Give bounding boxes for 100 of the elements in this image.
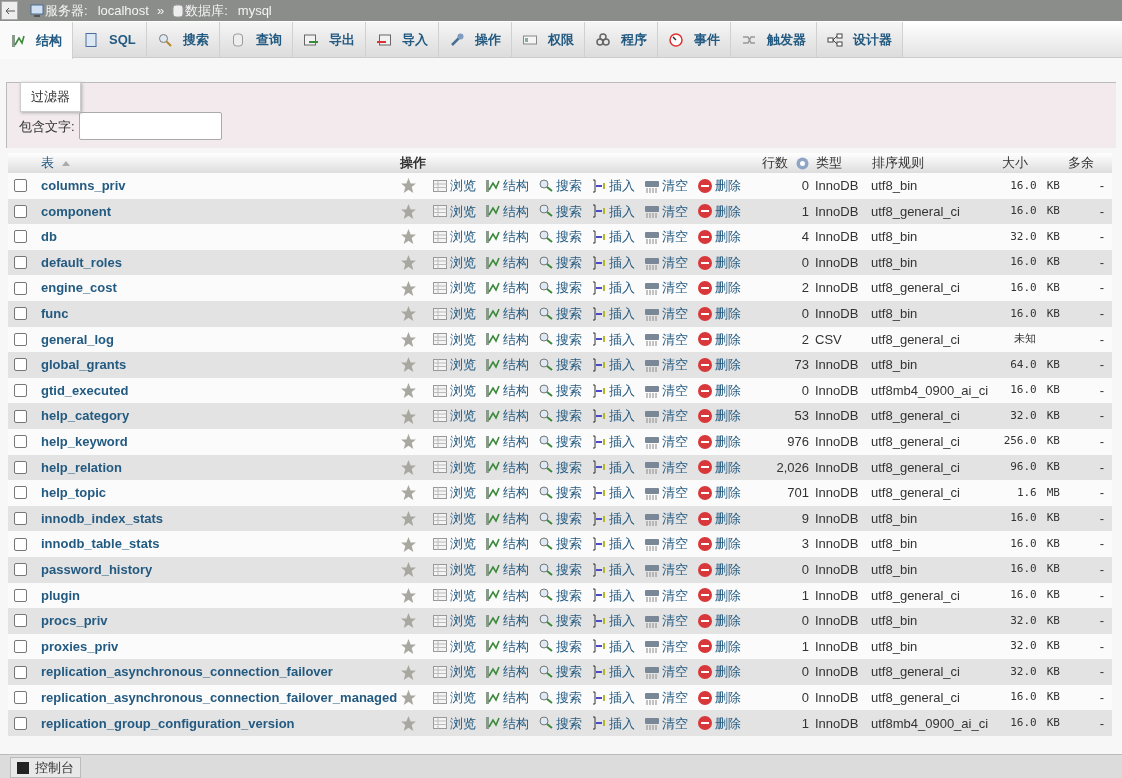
action-link[interactable]: 搜索 [538,483,582,503]
table-row[interactable]: innodb_table_stats 浏览 结构 搜索 插入 清空 删除 3 InnoDB utf8_bin 16.0 KB - [8,531,1112,557]
tab[interactable]: 设计器 [816,22,903,57]
action-link[interactable]: 浏览 [432,304,476,324]
action-link[interactable]: 清空 [644,380,688,401]
tab[interactable]: 搜索 [146,22,220,57]
action-link[interactable]: 浏览 [432,201,476,222]
action-link[interactable]: 删除 [697,278,741,298]
action-link[interactable]: 搜索 [538,380,582,401]
action-link[interactable]: 删除 [697,304,741,324]
action-link[interactable]: 浏览 [432,380,476,401]
action-link[interactable]: 搜索 [538,176,582,196]
action-link[interactable]: 浏览 [432,508,476,529]
table-row[interactable]: func 浏览 结构 搜索 插入 清空 删除 0 InnoDB utf8_bin 16.0 KB - [8,300,1112,327]
tab[interactable]: 操作 [438,22,512,57]
tab[interactable]: 查询 [219,22,293,57]
action-link[interactable]: 搜索 [538,201,582,222]
action-link[interactable]: 删除 [697,380,741,401]
action-link[interactable]: 浏览 [432,611,476,631]
table-name-link[interactable]: gtid_executed [35,380,400,401]
action-link[interactable]: 插入 [591,508,635,529]
action-link[interactable]: 删除 [697,355,741,375]
action-link[interactable]: 搜索 [538,406,582,426]
tab[interactable]: SQL [73,22,147,57]
action-link[interactable]: 结构 [485,508,529,529]
table-name-link[interactable]: plugin [35,585,400,606]
action-link[interactable]: 清空 [644,534,688,554]
tab[interactable]: 结构 [0,22,73,59]
table-row[interactable]: global_grants 浏览 结构 搜索 插入 清空 删除 73 InnoDB utf8_bin 64.0 KB - [8,352,1112,378]
action-link[interactable]: 结构 [485,662,529,682]
action-link[interactable]: 清空 [644,278,688,298]
table-row[interactable]: help_category 浏览 结构 搜索 插入 清空 删除 53 InnoDB utf8_general_ci 32.0 KB - [8,403,1112,429]
table-name-link[interactable]: component [35,201,400,222]
table-name-link[interactable]: replication_asynchronous_connection_failover [35,662,400,682]
action-link[interactable]: 结构 [485,329,529,350]
action-link[interactable]: 结构 [485,380,529,401]
table-name-link[interactable]: engine_cost [35,278,400,298]
action-link[interactable]: 结构 [485,457,529,478]
action-link[interactable]: 清空 [644,176,688,196]
action-link[interactable]: 清空 [644,201,688,222]
action-link[interactable]: 浏览 [432,355,476,375]
action-link[interactable]: 删除 [697,662,741,682]
action-link[interactable]: 搜索 [538,508,582,529]
action-link[interactable]: 删除 [697,432,741,452]
action-link[interactable]: 浏览 [432,227,476,247]
action-link[interactable]: 搜索 [538,534,582,554]
action-link[interactable]: 插入 [591,585,635,606]
action-link[interactable]: 结构 [485,611,529,631]
action-link[interactable]: 结构 [485,355,529,375]
action-link[interactable]: 浏览 [432,406,476,426]
action-link[interactable]: 搜索 [538,713,582,733]
table-row[interactable]: replication_asynchronous_connection_failover 浏览 结构 搜索 插入 清空 删除 0 InnoDB utf8_general_ci 32.0 KB - [8,659,1112,685]
table-row[interactable]: procs_priv 浏览 结构 搜索 插入 清空 删除 0 InnoDB utf8_bin 32.0 KB - [8,608,1112,634]
action-link[interactable]: 浏览 [432,559,476,580]
action-link[interactable]: 清空 [644,457,688,478]
table-row[interactable]: general_log 浏览 结构 搜索 插入 清空 删除 2 CSV utf8_general_ci 未知 - [8,326,1112,353]
action-link[interactable]: 搜索 [538,611,582,631]
action-link[interactable]: 结构 [485,304,529,324]
action-link[interactable]: 结构 [485,636,529,657]
action-link[interactable]: 清空 [644,508,688,529]
action-link[interactable]: 删除 [697,201,741,222]
action-link[interactable]: 插入 [591,380,635,401]
table-row[interactable]: replication_asynchronous_connection_failover_managed 浏览 结构 搜索 插入 清空 删除 0 InnoDB utf8_general_ci 16.0 KB - [8,684,1112,711]
table-name-link[interactable]: global_grants [35,355,400,375]
table-name-link[interactable]: replication_asynchronous_connection_failover_managed [35,687,400,708]
action-link[interactable]: 结构 [485,252,529,273]
table-name-link[interactable]: innodb_index_stats [35,508,400,529]
tab[interactable]: 权限 [511,22,585,57]
action-link[interactable]: 插入 [591,432,635,452]
action-link[interactable]: 删除 [697,559,741,580]
action-link[interactable]: 搜索 [538,559,582,580]
table-row[interactable]: gtid_executed 浏览 结构 搜索 插入 清空 删除 0 InnoDB utf8mb4_0900_ai_ci 16.0 KB - [8,377,1112,404]
action-link[interactable]: 搜索 [538,457,582,478]
action-link[interactable]: 插入 [591,457,635,478]
action-link[interactable]: 搜索 [538,432,582,452]
action-link[interactable]: 浏览 [432,252,476,273]
action-link[interactable]: 插入 [591,611,635,631]
action-link[interactable]: 删除 [697,687,741,708]
action-link[interactable]: 插入 [591,483,635,503]
table-row[interactable]: columns_priv 浏览 结构 搜索 插入 清空 删除 0 InnoDB utf8_bin 16.0 KB - [8,173,1112,199]
table-name-link[interactable]: db [35,227,400,247]
action-link[interactable]: 清空 [644,636,688,657]
action-link[interactable]: 结构 [485,585,529,606]
action-link[interactable]: 清空 [644,662,688,682]
action-link[interactable]: 清空 [644,432,688,452]
action-link[interactable]: 浏览 [432,636,476,657]
action-link[interactable]: 搜索 [538,278,582,298]
action-link[interactable]: 结构 [485,713,529,733]
column-header[interactable]: 表 [41,153,54,173]
action-link[interactable]: 搜索 [538,227,582,247]
action-link[interactable]: 浏览 [432,687,476,708]
tab[interactable]: 导入 [365,22,439,57]
action-link[interactable]: 结构 [485,687,529,708]
table-name-link[interactable]: help_category [35,406,400,426]
action-link[interactable]: 结构 [485,483,529,503]
action-link[interactable]: 删除 [697,713,741,733]
action-link[interactable]: 清空 [644,329,688,350]
action-link[interactable]: 插入 [591,227,635,247]
action-link[interactable]: 结构 [485,432,529,452]
action-link[interactable]: 搜索 [538,304,582,324]
